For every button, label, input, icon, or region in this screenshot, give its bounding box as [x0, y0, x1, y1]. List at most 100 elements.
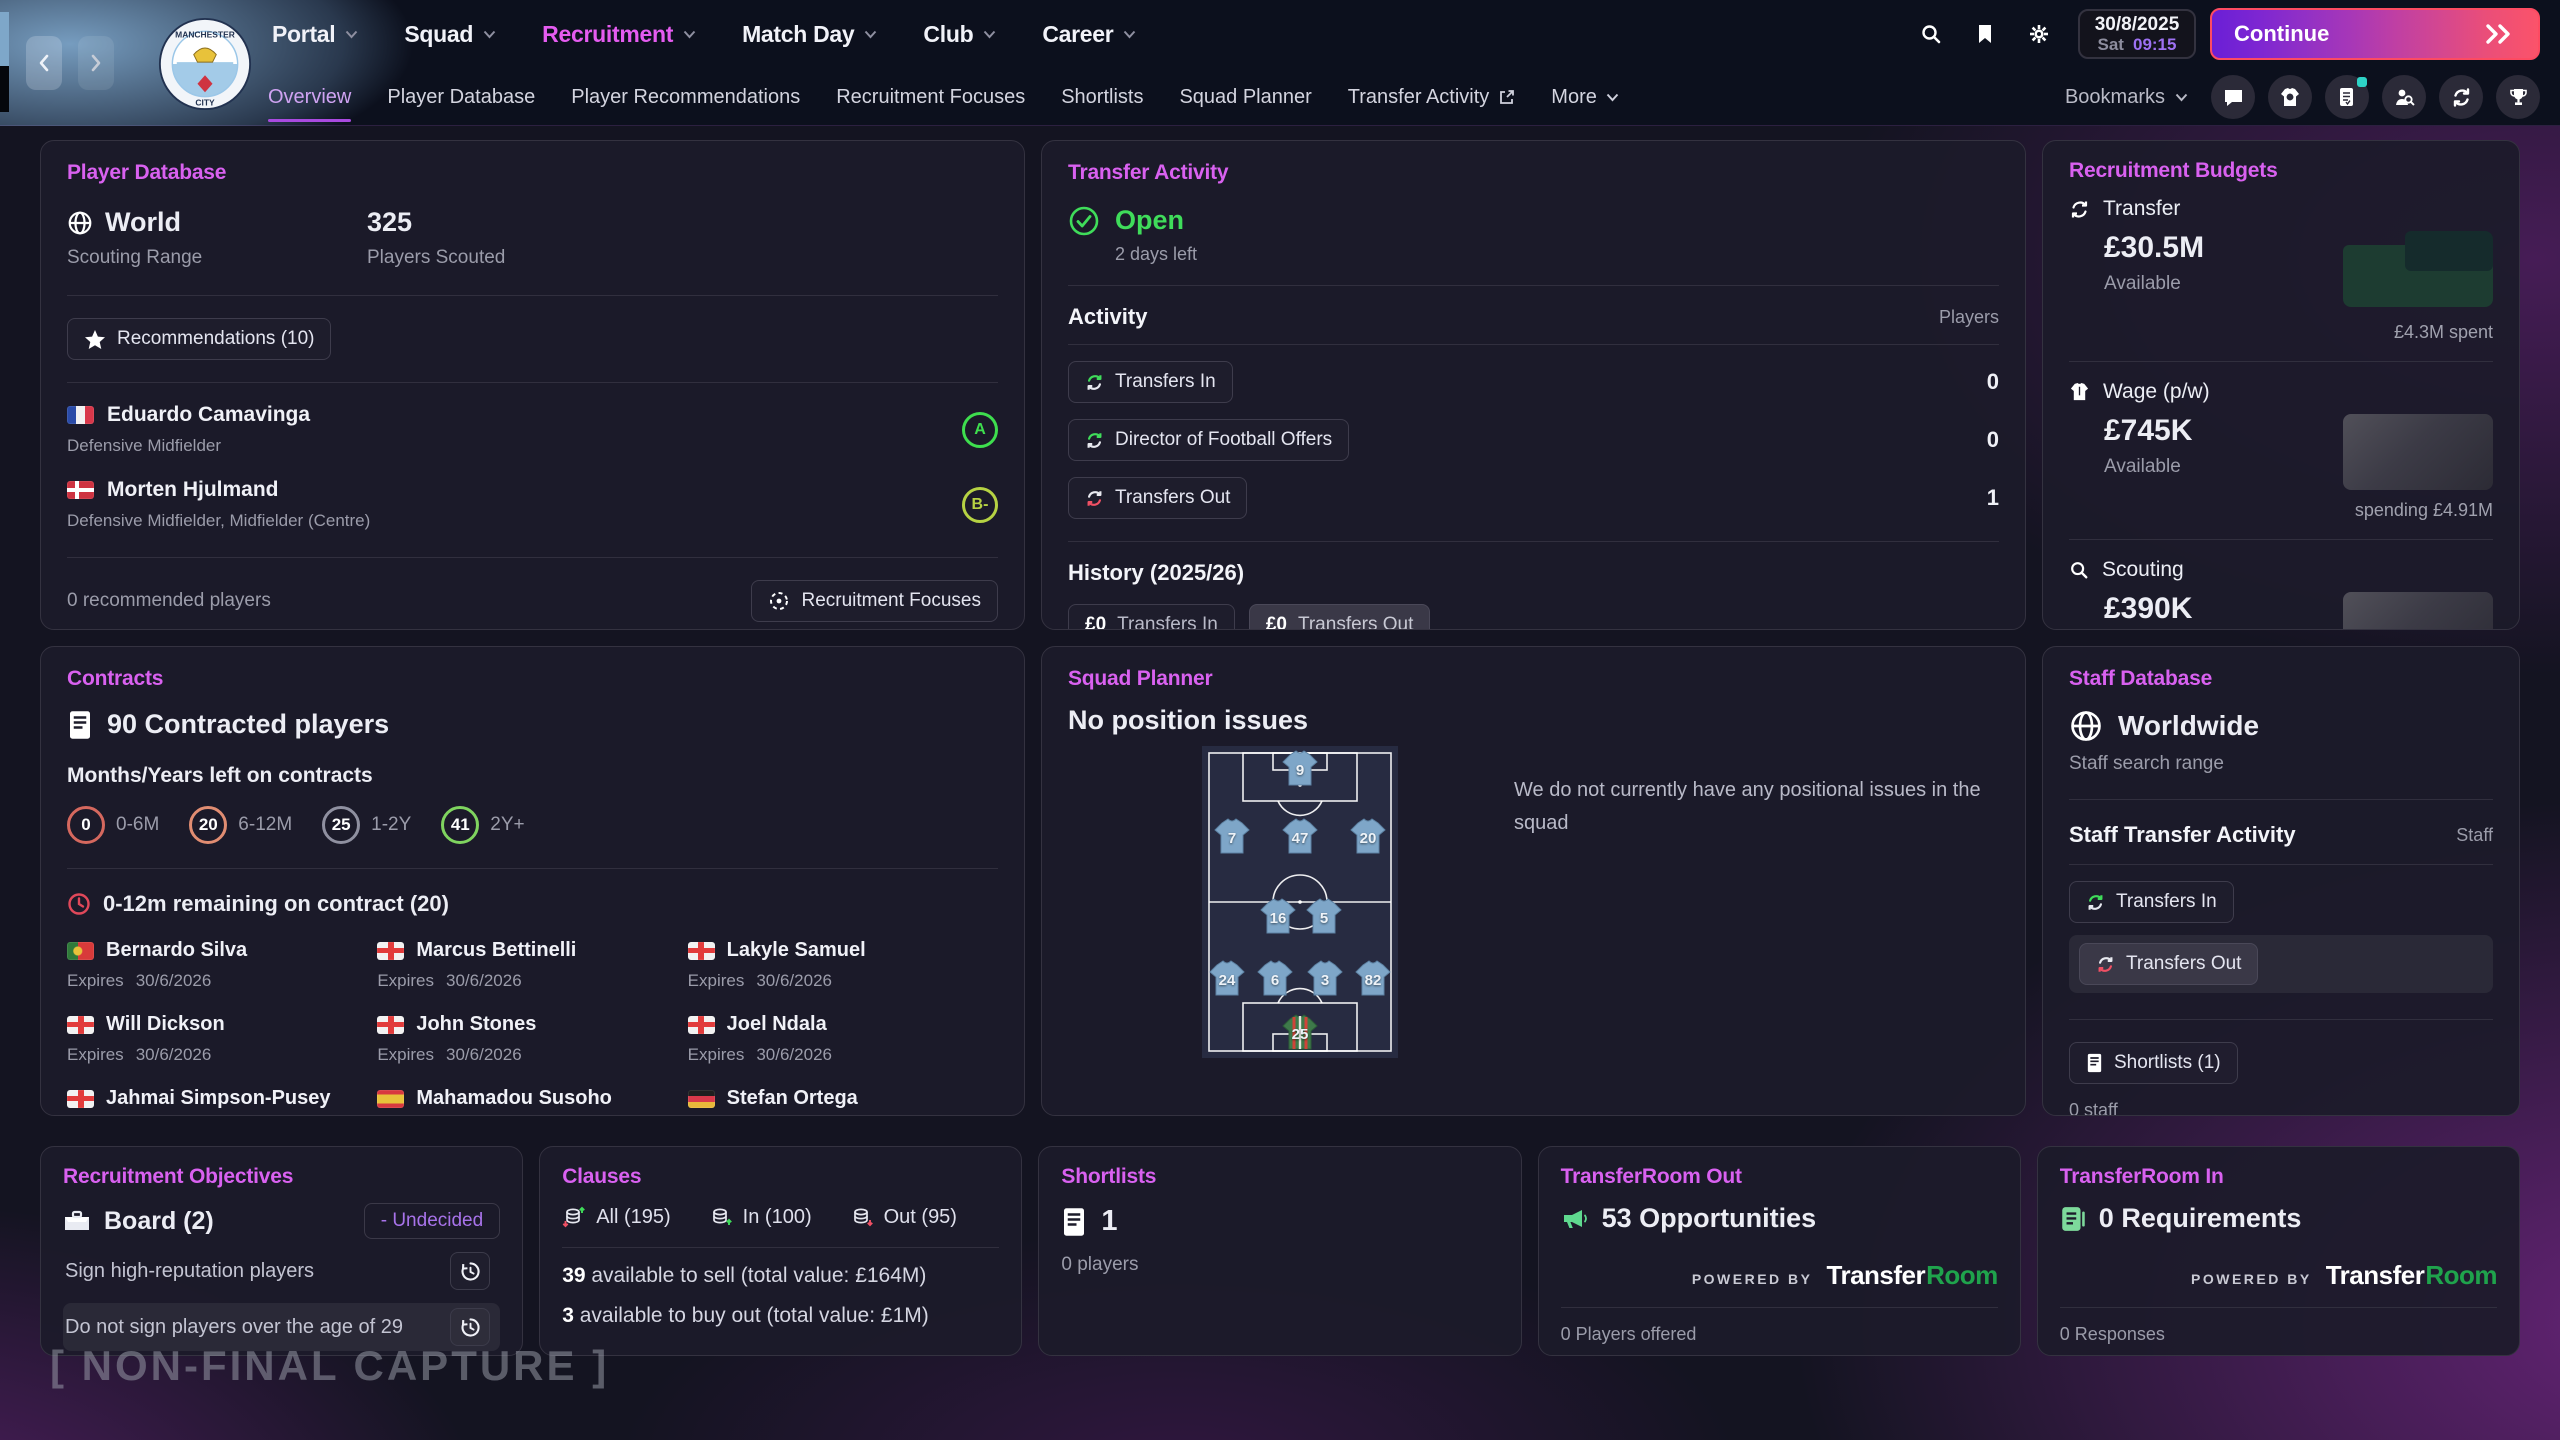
- scouting-button[interactable]: [2382, 75, 2426, 119]
- tab-recruitment-focuses[interactable]: Recruitment Focuses: [836, 86, 1025, 109]
- tab-player-recommendations[interactable]: Player Recommendations: [571, 86, 800, 109]
- recruitment-focuses-label: Recruitment Focuses: [801, 590, 981, 612]
- position-issues-note: We do not currently have any positional …: [1514, 774, 1999, 1058]
- bookmarks-dropdown[interactable]: Bookmarks: [2065, 86, 2188, 109]
- objective-history-button[interactable]: [450, 1308, 490, 1346]
- board-status-chip[interactable]: - Undecided: [364, 1203, 500, 1239]
- squad-shirt-button[interactable]: [2268, 75, 2312, 119]
- nav-career[interactable]: Career: [1042, 21, 1136, 48]
- budget-label: Wage (p/w): [2103, 380, 2210, 404]
- chevron-down-icon: [345, 30, 358, 39]
- bookmark-icon[interactable]: [1974, 23, 1996, 45]
- gear-icon[interactable]: [2028, 23, 2050, 45]
- expiring-player[interactable]: Joel NdalaExpires30/6/2026: [688, 1013, 998, 1065]
- scouting-spend-chart: [2343, 592, 2493, 630]
- transfers-out-button[interactable]: Transfers Out: [1068, 477, 1247, 519]
- continue-button[interactable]: Continue: [2210, 8, 2540, 60]
- objective-history-button[interactable]: [450, 1252, 490, 1290]
- formation-shirt: 24: [1207, 958, 1247, 998]
- megaphone-icon: [1561, 1206, 1589, 1232]
- nav-match-day[interactable]: Match Day: [742, 21, 877, 48]
- panel-squad-planner: Squad Planner No position issues: [1041, 646, 2026, 1116]
- players-column-header: Players: [1939, 307, 1999, 328]
- staff-transfers-out-button[interactable]: Transfers Out: [2079, 943, 2258, 985]
- expiring-player[interactable]: Marcus BettinelliExpires30/6/2026: [377, 939, 687, 991]
- globe-icon: [2069, 709, 2103, 743]
- formation-pitch: 9 7 47 20 16 5 24 6 3 82 25: [1202, 746, 1398, 1058]
- tab-player-database[interactable]: Player Database: [387, 86, 535, 109]
- history-out-amount: £0: [1266, 614, 1287, 630]
- flag-portugal-icon: [67, 942, 94, 960]
- expiring-player[interactable]: Will DicksonExpires30/6/2026: [67, 1013, 377, 1065]
- staff-transfers-in-button[interactable]: Transfers In: [2069, 881, 2234, 923]
- panel-title: Recruitment Budgets: [2069, 159, 2493, 183]
- recommended-player-row[interactable]: Morten Hjulmand Defensive Midfielder, Mi…: [67, 478, 998, 531]
- clauses-filter-all[interactable]: All (195): [562, 1205, 670, 1229]
- staff-count-note: 0 staff: [2069, 1100, 2493, 1116]
- panel-title: TransferRoom Out: [1561, 1165, 1998, 1189]
- inbox-button[interactable]: [2211, 75, 2255, 119]
- nav-squad-label: Squad: [404, 21, 473, 48]
- expiring-player[interactable]: John StonesExpires30/6/2026: [377, 1013, 687, 1065]
- tab-more[interactable]: More: [1551, 86, 1619, 109]
- nav-squad[interactable]: Squad: [404, 21, 496, 48]
- expires-label: Expires: [688, 971, 745, 991]
- flag-england-icon: [688, 942, 715, 960]
- game-date[interactable]: 30/8/2025 Sat09:15: [2078, 9, 2196, 59]
- panel-title: TransferRoom In: [2060, 1165, 2497, 1189]
- recommended-player-row[interactable]: Eduardo Camavinga Defensive Midfielder A: [67, 403, 998, 456]
- expiring-player[interactable]: Lakyle SamuelExpires30/6/2026: [688, 939, 998, 991]
- formation-shirt: 3: [1305, 958, 1345, 998]
- nav-portal[interactable]: Portal: [272, 21, 358, 48]
- formation-shirt: 20: [1348, 816, 1388, 856]
- expiring-player[interactable]: Jahmai Simpson-PuseyExpires30/6/2026: [67, 1087, 377, 1116]
- contracts-button[interactable]: [2325, 75, 2369, 119]
- expiring-player[interactable]: Mahamadou SusohoExpires30/6/2026: [377, 1087, 687, 1116]
- tab-squad-planner[interactable]: Squad Planner: [1179, 86, 1311, 109]
- powered-by-transferroom: POWERED BY Transfer Room: [1561, 1260, 1998, 1291]
- tab-overview[interactable]: Overview: [268, 86, 351, 109]
- staff-column-header: Staff: [2456, 825, 2493, 846]
- dof-offers-label: Director of Football Offers: [1115, 429, 1332, 451]
- staff-shortlists-button[interactable]: Shortlists (1): [2069, 1042, 2238, 1084]
- budget-wage: Wage (p/w) £745K Available spending £4.9…: [2069, 362, 2493, 539]
- brand-transfer: Transfer: [1827, 1260, 1926, 1291]
- brand-transfer: Transfer: [2326, 1260, 2425, 1291]
- recruitment-focuses-button[interactable]: Recruitment Focuses: [751, 580, 998, 622]
- history-transfers-out-button[interactable]: £0 Transfers Out: [1249, 604, 1431, 630]
- clauses-filter-in[interactable]: In (100): [709, 1205, 812, 1229]
- transfers-in-button[interactable]: Transfers In: [1068, 361, 1233, 403]
- tab-transfer-activity[interactable]: Transfer Activity: [1348, 86, 1516, 109]
- expiring-player[interactable]: Bernardo SilvaExpires30/6/2026: [67, 939, 377, 991]
- recommended-count-note: 0 recommended players: [67, 590, 271, 612]
- search-icon[interactable]: [1920, 23, 1942, 45]
- clauses-sell-line: 39 available to sell (total value: £164M…: [562, 1264, 999, 1288]
- history-transfers-in-button[interactable]: £0 Transfers In: [1068, 604, 1235, 630]
- competitions-button[interactable]: [2496, 75, 2540, 119]
- players-scouted-value: 325: [367, 207, 412, 238]
- clauses-filter-out[interactable]: Out (95): [850, 1205, 957, 1229]
- recommendations-button[interactable]: Recommendations (10): [67, 318, 331, 360]
- back-button[interactable]: [26, 36, 62, 90]
- bucket-0-6m: 00-6M: [67, 806, 159, 844]
- staff-range-value: Worldwide: [2118, 710, 2259, 742]
- nav-portal-label: Portal: [272, 21, 335, 48]
- bucket-count: 41: [441, 806, 479, 844]
- objective-text: Sign high-reputation players: [65, 1260, 314, 1283]
- bucket-1-2y: 251-2Y: [322, 806, 411, 844]
- nav-recruitment[interactable]: Recruitment: [542, 21, 696, 48]
- nav-club[interactable]: Club: [923, 21, 996, 48]
- tab-shortlists[interactable]: Shortlists: [1061, 86, 1143, 109]
- forward-button[interactable]: [78, 36, 114, 90]
- shirt-icon: [2069, 382, 2090, 402]
- expiring-player[interactable]: Stefan OrtegaExpires30/6/2026: [688, 1087, 998, 1116]
- budget-note: £4.3M spent: [2343, 322, 2493, 343]
- expires-date: 30/6/2026: [446, 971, 522, 991]
- objective-row[interactable]: Sign high-reputation players: [63, 1247, 500, 1295]
- flag-england-icon: [67, 1016, 94, 1034]
- budget-label: Scouting: [2102, 558, 2184, 582]
- dof-offers-button[interactable]: Director of Football Offers: [1068, 419, 1349, 461]
- shortlist-icon: [1061, 1207, 1087, 1237]
- sync-button[interactable]: [2439, 75, 2483, 119]
- history-in-label: Transfers In: [1117, 614, 1218, 630]
